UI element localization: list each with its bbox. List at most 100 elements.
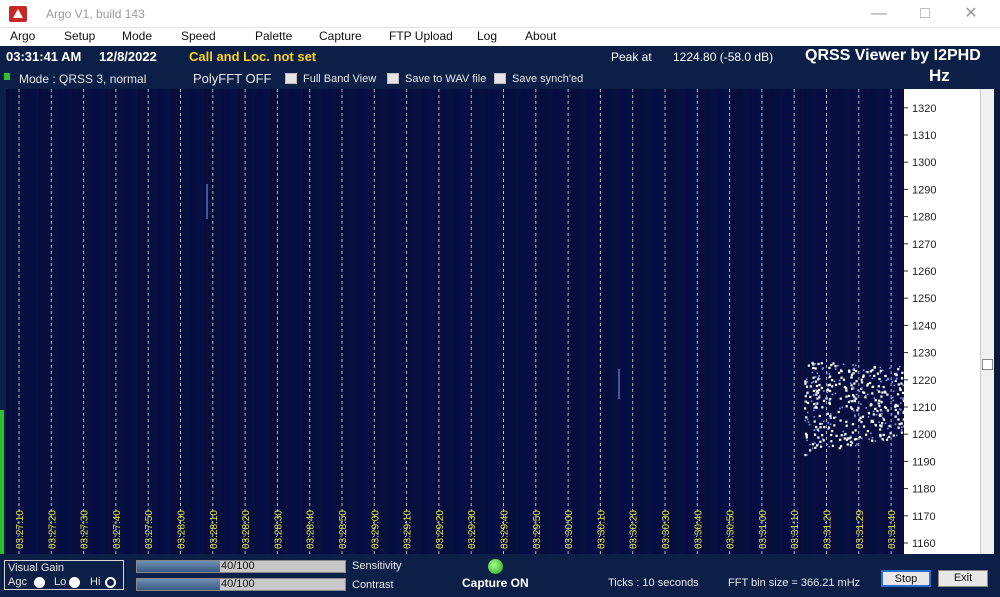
waterfall-noise-column	[606, 89, 609, 554]
signal-pixel	[879, 433, 882, 437]
signal-pixel	[854, 414, 856, 417]
signal-pixel	[872, 413, 875, 416]
signal-pixel	[853, 395, 856, 398]
title-bar[interactable]: Argo V1, build 143 — □ ✕	[0, 0, 1000, 28]
save-synched-checkbox[interactable]	[494, 73, 506, 84]
maximize-icon[interactable]: □	[902, 0, 948, 28]
menu-palette[interactable]: Palette	[255, 29, 292, 43]
signal-pixel	[815, 393, 818, 396]
waterfall-noise-column	[318, 89, 321, 554]
waterfall-noise-column	[495, 89, 498, 554]
signal-pixel	[826, 391, 829, 394]
menu-log[interactable]: Log	[477, 29, 497, 43]
signal-pixel	[831, 393, 834, 396]
waterfall-noise-column	[165, 89, 168, 554]
waterfall-noise-column	[618, 89, 621, 554]
menu-setup[interactable]: Setup	[64, 29, 95, 43]
signal-pixel	[822, 390, 825, 392]
waterfall-noise-column	[840, 89, 843, 554]
waterfall-noise-column	[417, 89, 420, 554]
signal-pixel	[819, 422, 822, 425]
signal-pixel	[898, 408, 901, 410]
signal-pixel	[884, 422, 887, 425]
time-label: 03:27:30	[80, 510, 91, 549]
waterfall-noise-column	[672, 89, 675, 554]
signal-pixel	[862, 369, 865, 372]
menu-capture[interactable]: Capture	[319, 29, 362, 43]
waterfall-noise-column	[795, 89, 798, 554]
waterfall-noise-column	[555, 89, 558, 554]
signal-pixel	[860, 378, 863, 381]
signal-pixel	[828, 375, 832, 378]
menu-about[interactable]: About	[525, 29, 556, 43]
time-label: 03:27:50	[144, 510, 155, 549]
signal-pixel	[868, 438, 870, 440]
signal-pixel	[821, 422, 824, 425]
waterfall-noise-column	[315, 89, 318, 554]
hi-radio[interactable]	[105, 577, 116, 588]
waterfall-noise-column	[678, 89, 681, 554]
signal-pixel	[821, 406, 824, 409]
signal-pixel	[856, 409, 859, 412]
waterfall-noise-column	[108, 89, 111, 554]
close-icon[interactable]: ✕	[948, 0, 994, 28]
waterfall-noise-column	[540, 89, 543, 554]
signal-pixel	[897, 383, 900, 386]
waterfall-noise-column	[114, 89, 117, 554]
signal-pixel	[871, 392, 874, 395]
time-label: 03:27:10	[15, 510, 26, 549]
menu-speed[interactable]: Speed	[181, 29, 216, 43]
waterfall-noise-column	[624, 89, 627, 554]
waterfall-noise-column	[141, 89, 144, 554]
signal-pixel	[847, 400, 851, 404]
signal-pixel	[896, 404, 899, 407]
waterfall-noise-column	[294, 89, 297, 554]
minimize-icon[interactable]: —	[856, 0, 902, 28]
signal-pixel	[822, 399, 826, 402]
waterfall-noise-column	[603, 89, 606, 554]
lo-radio[interactable]	[69, 577, 80, 588]
signal-pixel	[845, 395, 848, 398]
signal-pixel	[852, 368, 854, 371]
waterfall-noise-column	[651, 89, 654, 554]
signal-pixel	[871, 377, 874, 380]
waterfall-noise-column	[876, 89, 879, 554]
waterfall-noise-column	[342, 89, 345, 554]
menu-argo[interactable]: Argo	[10, 29, 35, 43]
polyfft-status[interactable]: PolyFFT OFF	[193, 71, 271, 86]
frequency-scrollbar[interactable]	[980, 89, 994, 554]
signal-pixel	[828, 426, 831, 429]
argo-app-icon[interactable]	[9, 6, 27, 22]
menu-ftp-upload[interactable]: FTP Upload	[389, 29, 453, 43]
signal-pixel	[864, 396, 867, 399]
agc-radio[interactable]	[34, 577, 45, 588]
sensitivity-slider[interactable]: 40/100	[136, 560, 346, 573]
signal-pixel	[900, 431, 904, 434]
save-wav-checkbox[interactable]	[387, 73, 399, 84]
signal-pixel	[838, 382, 841, 385]
scrollbar-thumb[interactable]	[982, 359, 993, 370]
signal-pixel	[816, 372, 818, 375]
stop-button[interactable]: Stop	[881, 570, 931, 587]
freq-tick-label: 1170	[912, 511, 936, 523]
signal-pixel	[820, 386, 823, 390]
signal-pixel	[828, 366, 831, 369]
waterfall-noise-column	[645, 89, 648, 554]
time-label: 03:29:20	[435, 510, 446, 549]
waterfall-noise-column	[393, 89, 396, 554]
contrast-slider[interactable]: 40/100	[136, 578, 346, 591]
waterfall-noise-column	[666, 89, 669, 554]
signal-pixel	[900, 426, 903, 428]
signal-pixel	[859, 416, 862, 419]
full-band-checkbox[interactable]	[285, 73, 297, 84]
signal-pixel	[831, 430, 834, 433]
exit-button[interactable]: Exit	[938, 570, 988, 587]
waterfall-noise-column	[594, 89, 597, 554]
waterfall-noise-column	[279, 89, 282, 554]
time-label: 03:31:29	[855, 510, 866, 549]
freq-tick-label: 1220	[912, 375, 936, 387]
menu-mode[interactable]: Mode	[122, 29, 152, 43]
waterfall-display[interactable]: 03:27:10 03:27:20 03:27:30 03:27:40 03:27:50…	[6, 89, 904, 554]
waterfall-noise-column	[327, 89, 330, 554]
waterfall-noise-column	[798, 89, 801, 554]
